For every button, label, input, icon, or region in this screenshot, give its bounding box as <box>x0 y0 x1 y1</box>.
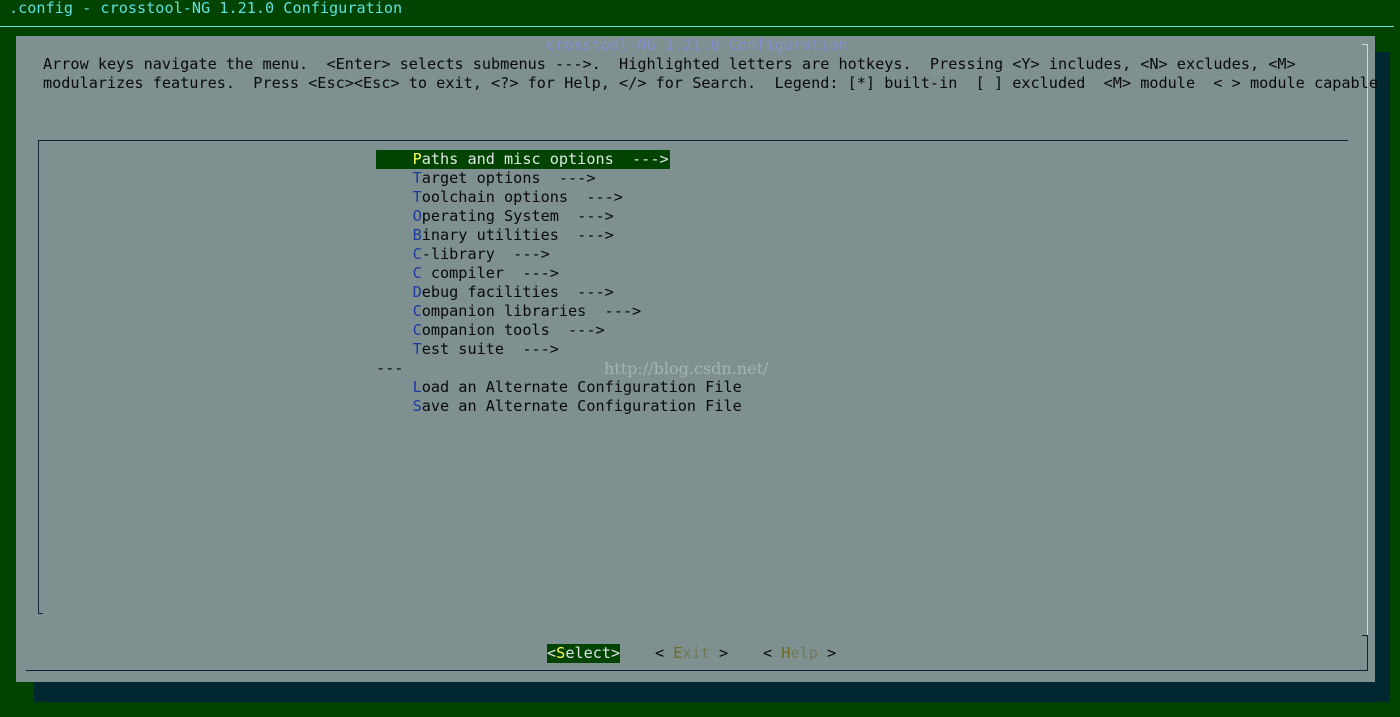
menu-item-indent <box>376 340 413 358</box>
menu-item-indent <box>376 188 413 206</box>
menu-item-indent <box>376 283 413 301</box>
menu-item-label: est suite ---> <box>421 340 559 358</box>
menu-item-hotkey: C <box>412 321 422 339</box>
menu-item-hotkey: C <box>412 302 422 320</box>
menu-item-indent <box>376 226 413 244</box>
menu-item-label: oolchain options ---> <box>421 188 623 206</box>
menu-box-border-top <box>38 140 1348 141</box>
terminal-title-bar: .config - crosstool-NG 1.21.0 Configurat… <box>0 0 1400 26</box>
menu-item-hotkey: S <box>412 397 422 415</box>
dialog-border-corner <box>1362 44 1368 45</box>
help-button-close: > <box>817 644 837 662</box>
menu-item-label: oad an Alternate Configuration File <box>421 378 742 396</box>
menu-item[interactable]: C-library ---> <box>376 245 550 264</box>
menu-item-label: ompanion libraries ---> <box>421 302 642 320</box>
menu-item-hotkey: T <box>412 340 422 358</box>
dialog-border-right <box>1367 44 1368 636</box>
menu-item-hotkey: O <box>412 207 422 225</box>
menu-item-indent <box>376 378 413 396</box>
menu-item-indent <box>376 207 413 225</box>
help-text-line-2: modularizes features. Press <Esc><Esc> t… <box>43 74 1378 92</box>
menu-item[interactable]: Test suite ---> <box>376 340 559 359</box>
dialog-border-right-lower <box>1367 636 1368 671</box>
menu-separator: --- <box>376 359 404 377</box>
select-button-open: < <box>547 644 557 662</box>
menu-item-label: inary utilities ---> <box>421 226 614 244</box>
menu-box-border-left <box>38 140 39 614</box>
menu-item-indent <box>376 302 413 320</box>
file-menu-item[interactable]: Load an Alternate Configuration File <box>376 378 742 397</box>
menu-item-hotkey: P <box>412 150 422 168</box>
select-button-label: elect <box>565 644 612 662</box>
menu-item-hotkey: B <box>412 226 422 244</box>
menu-item-hotkey: T <box>412 169 422 187</box>
menu-item[interactable]: Companion libraries ---> <box>376 302 642 321</box>
exit-button[interactable]: < Exit > <box>655 644 728 663</box>
exit-button-label: xit <box>682 644 710 662</box>
menu-item-indent <box>376 321 413 339</box>
window-title: .config - crosstool-NG 1.21.0 Configurat… <box>9 0 403 17</box>
menu-box-border-corner <box>38 613 43 614</box>
exit-button-close: > <box>709 644 729 662</box>
menu-item-label: perating System ---> <box>421 207 614 225</box>
exit-button-open: < <box>655 644 674 662</box>
menu-item-label: ebug facilities ---> <box>421 283 614 301</box>
menu-item-hotkey: D <box>412 283 422 301</box>
menu-item[interactable]: Companion tools ---> <box>376 321 605 340</box>
menu-item[interactable]: Toolchain options ---> <box>376 188 623 207</box>
menu-item-label: ave an Alternate Configuration File <box>421 397 742 415</box>
menu-item[interactable]: Paths and misc options ---> <box>376 150 670 169</box>
help-button-open: < <box>763 644 782 662</box>
select-button-hotkey: S <box>556 644 566 662</box>
menu-item-hotkey: C <box>412 245 422 263</box>
menu-item-label: aths and misc options ---> <box>421 150 669 168</box>
watermark: http://blog.csdn.net/ <box>604 359 769 378</box>
menu-item[interactable]: Target options ---> <box>376 169 596 188</box>
menu-item-hotkey: T <box>412 188 422 206</box>
menu-item[interactable]: Operating System ---> <box>376 207 614 226</box>
select-button-close: > <box>611 644 621 662</box>
help-text-line-1: Arrow keys navigate the menu. <Enter> se… <box>43 55 1296 73</box>
menu-item-label: ompanion tools ---> <box>421 321 605 339</box>
menu-item[interactable]: Debug facilities ---> <box>376 283 614 302</box>
title-underline <box>0 26 1394 27</box>
menu-item-label: compiler ---> <box>421 264 559 282</box>
menu-item-hotkey: C <box>412 264 422 282</box>
menu-item-indent <box>376 169 413 187</box>
help-button-label: elp <box>790 644 818 662</box>
menu-item-indent <box>376 150 413 168</box>
menu-item-label: arget options ---> <box>421 169 596 187</box>
help-button[interactable]: < Help > <box>763 644 836 663</box>
menu-item-indent <box>376 264 413 282</box>
menu-item-hotkey: L <box>412 378 422 396</box>
menu-item[interactable]: C compiler ---> <box>376 264 559 283</box>
dialog-border-bottom <box>26 670 1368 671</box>
menu-item-indent <box>376 397 413 415</box>
select-button[interactable]: <Select> <box>547 644 621 663</box>
menu-item[interactable]: Binary utilities ---> <box>376 226 614 245</box>
menu-item-label: -library ---> <box>421 245 550 263</box>
dialog-title: crosstool-NG 1.21.0 Configuration <box>546 36 848 54</box>
file-menu-item[interactable]: Save an Alternate Configuration File <box>376 397 742 416</box>
menu-item-indent <box>376 245 413 263</box>
